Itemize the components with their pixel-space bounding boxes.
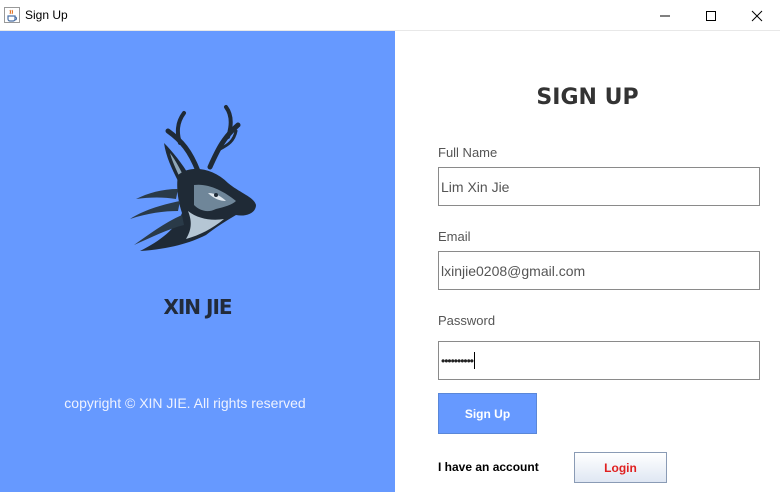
deer-head-logo <box>130 105 256 251</box>
maximize-button[interactable] <box>688 0 734 31</box>
signup-button[interactable]: Sign Up <box>438 393 537 434</box>
text-caret <box>474 352 476 369</box>
password-field[interactable]: •••••••••• <box>438 341 760 380</box>
full-name-value: Lim Xin Jie <box>441 178 510 195</box>
have-account-text: I have an account <box>438 460 539 474</box>
email-label: Email <box>438 229 471 244</box>
email-value: lxinjie0208@gmail.com <box>441 262 586 279</box>
title-bar[interactable]: Sign Up <box>0 0 780 31</box>
full-name-label: Full Name <box>438 145 498 160</box>
form-panel: SIGN UP Full Name Lim Xin Jie Email lxin… <box>395 31 780 492</box>
close-icon <box>751 10 763 21</box>
login-button[interactable]: Login <box>574 452 667 483</box>
window-title: Sign Up <box>25 8 68 22</box>
password-label: Password <box>438 313 496 328</box>
close-button[interactable] <box>734 0 780 31</box>
copyright-text: copyright © XIN JIE. All rights reserved <box>64 395 306 411</box>
email-field[interactable]: lxinjie0208@gmail.com <box>438 251 760 290</box>
signup-window: Sign Up XIN JIE copyright © XIN JIE. All… <box>0 0 780 492</box>
full-name-field[interactable]: Lim Xin Jie <box>438 167 760 206</box>
brand-name: XIN JIE <box>163 295 232 319</box>
password-value: •••••••••• <box>441 353 474 368</box>
minimize-icon <box>660 15 670 16</box>
window-controls <box>642 0 780 31</box>
java-cup-icon <box>4 7 20 23</box>
maximize-icon <box>706 10 716 21</box>
minimize-button[interactable] <box>642 0 688 31</box>
brand-panel: XIN JIE copyright © XIN JIE. All rights … <box>0 31 395 492</box>
page-title: SIGN UP <box>536 85 639 110</box>
